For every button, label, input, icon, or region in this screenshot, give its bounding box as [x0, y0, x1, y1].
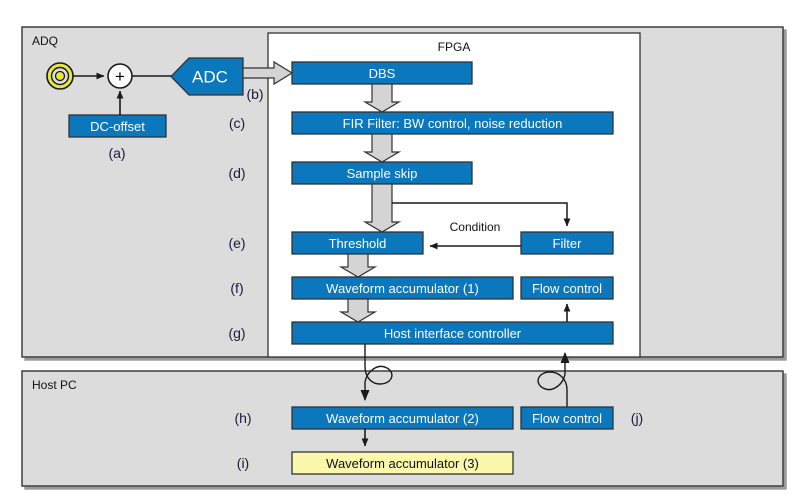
node-flow-control-host-label: Flow control [532, 411, 602, 426]
node-waveform-accumulator-1-label: Waveform accumulator (1) [326, 281, 479, 296]
container-adq-label: ADQ [32, 34, 58, 48]
node-threshold[interactable]: Threshold [291, 231, 424, 255]
ref-label-c: (c) [229, 115, 245, 131]
container-fpga-label: FPGA [438, 40, 471, 54]
node-sample-skip-label: Sample skip [347, 166, 418, 181]
ref-label-a: (a) [108, 145, 125, 161]
node-waveform-accumulator-3[interactable]: Waveform accumulator (3) [291, 451, 514, 475]
node-sample-skip[interactable]: Sample skip [291, 161, 473, 185]
node-waveform-accumulator-2-label: Waveform accumulator (2) [326, 411, 479, 426]
node-fir-filter[interactable]: FIR Filter: BW control, noise reduction [291, 111, 614, 135]
summing-junction-label: + [115, 67, 125, 86]
node-host-interface-controller[interactable]: Host interface controller [291, 321, 614, 345]
ref-label-b: (b) [246, 86, 263, 102]
container-host-pc-label: Host PC [32, 378, 77, 392]
node-host-interface-controller-label: Host interface controller [384, 326, 522, 341]
signal-input-connector-icon [46, 62, 74, 90]
edge-label-condition: Condition [450, 220, 501, 234]
ref-label-j: (j) [631, 410, 643, 426]
ref-label-h: (h) [234, 410, 251, 426]
summing-junction: + [107, 63, 133, 89]
node-dbs-label: DBS [369, 66, 396, 81]
node-filter-label: Filter [553, 236, 583, 251]
node-fir-filter-label: FIR Filter: BW control, noise reduction [343, 116, 563, 131]
node-dc-offset[interactable]: DC-offset [68, 114, 167, 138]
node-waveform-accumulator-2[interactable]: Waveform accumulator (2) [291, 406, 514, 430]
node-flow-control-fpga-label: Flow control [532, 281, 602, 296]
block-diagram: ADQ FPGA Host PC + DC-offset ADC DBS FIR… [0, 0, 797, 504]
ref-label-e: (e) [228, 235, 245, 251]
node-waveform-accumulator-1[interactable]: Waveform accumulator (1) [291, 276, 514, 300]
node-threshold-label: Threshold [329, 236, 387, 251]
node-flow-control-host[interactable]: Flow control [520, 406, 614, 430]
node-waveform-accumulator-3-label: Waveform accumulator (3) [326, 456, 479, 471]
ref-label-d: (d) [228, 165, 245, 181]
node-adc-label: ADC [192, 68, 228, 87]
node-filter[interactable]: Filter [520, 231, 614, 255]
ref-label-i: (i) [237, 455, 249, 471]
node-dc-offset-label: DC-offset [90, 119, 145, 134]
ref-label-g: (g) [228, 325, 245, 341]
node-flow-control-fpga[interactable]: Flow control [520, 276, 614, 300]
ref-label-f: (f) [230, 280, 243, 296]
node-dbs[interactable]: DBS [291, 61, 473, 85]
